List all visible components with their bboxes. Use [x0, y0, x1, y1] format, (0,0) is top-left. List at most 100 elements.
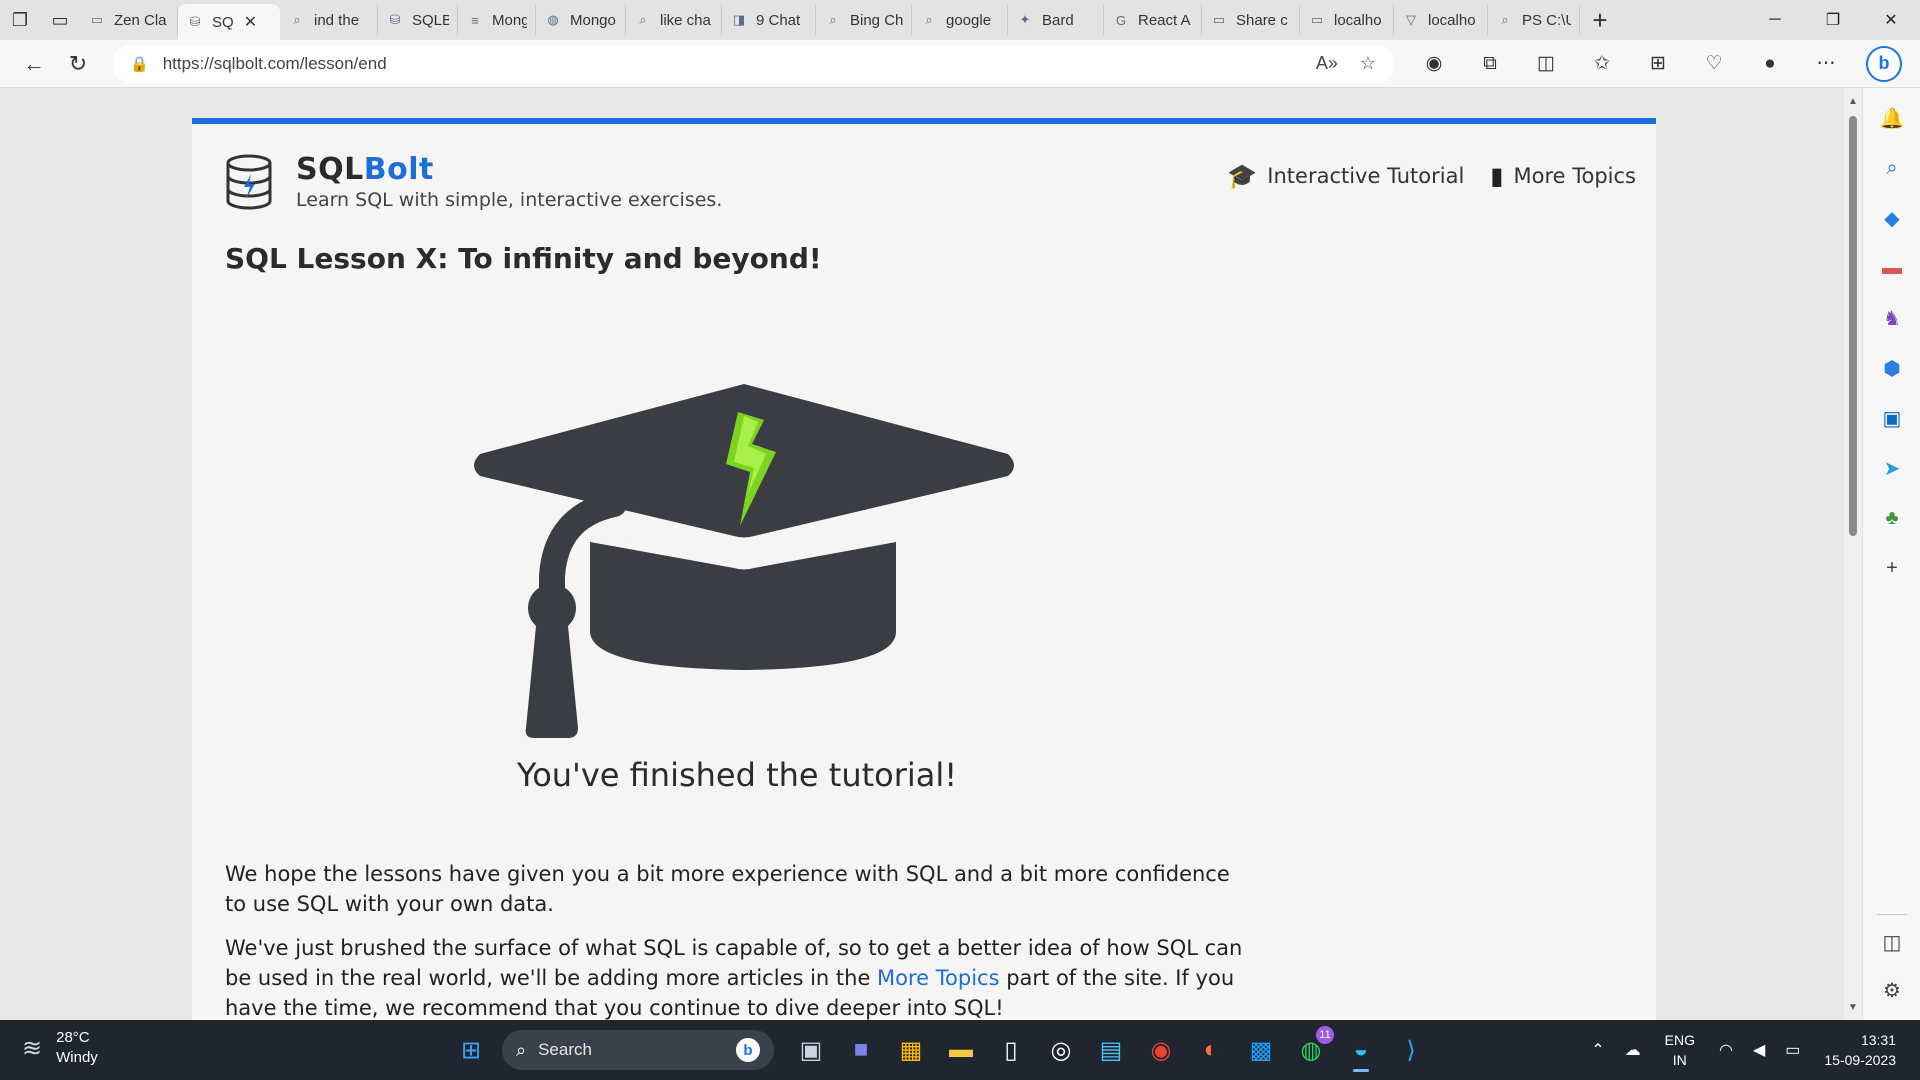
chevron-up-icon[interactable]: ⌃ [1591, 1040, 1604, 1060]
page-icon: ▭ [1310, 12, 1324, 27]
browser-tab[interactable]: ⌕ like cha [626, 5, 722, 35]
favorite-star-icon[interactable]: ☆ [1360, 53, 1376, 74]
weather-widget[interactable]: ≋ 28°C Windy [22, 1028, 98, 1068]
nav-more-topics[interactable]: ▮ More Topics [1490, 162, 1636, 190]
games-icon[interactable]: ♞ [1863, 302, 1920, 334]
battery-icon[interactable]: ▭ [1785, 1040, 1800, 1060]
page-scrollbar[interactable]: ▲ ▼ [1844, 88, 1862, 1020]
browser-tab[interactable]: ⌕ PS C:\U [1488, 5, 1580, 35]
sidebar-toggle-icon[interactable]: ◫ [1863, 926, 1920, 958]
search-icon[interactable]: ⌕ [1863, 152, 1920, 184]
tree-icon[interactable]: ♣ [1863, 502, 1920, 534]
tools-icon[interactable]: ▬ [1863, 252, 1920, 284]
nav-interactive-tutorial[interactable]: 🎓 Interactive Tutorial [1227, 162, 1464, 190]
browser-essentials-icon[interactable]: ♡ [1686, 44, 1742, 84]
start-windows-icon[interactable]: ⊞ [446, 1028, 496, 1072]
clock[interactable]: 13:31 15-09-2023 [1824, 1030, 1896, 1070]
tab-close-icon[interactable]: ✕ [244, 12, 257, 32]
browser-tab[interactable]: ⛁ SQLBol [378, 5, 458, 35]
wifi-icon[interactable]: ◠ [1719, 1040, 1733, 1060]
task-view-icon[interactable]: ▣ [786, 1028, 836, 1072]
profile-icon[interactable]: ● [1742, 44, 1798, 84]
page-icon: ▭ [90, 12, 104, 27]
database-icon: ⛁ [389, 12, 401, 27]
add-icon[interactable]: + [1863, 552, 1920, 584]
record-icon[interactable]: ◉ [1406, 44, 1462, 84]
edge-icon[interactable]: ◒ [1336, 1028, 1386, 1072]
more-icon[interactable]: ⋯ [1798, 44, 1854, 84]
tab-label: Bing Ch [850, 11, 903, 29]
notepad-icon[interactable]: ▯ [986, 1028, 1036, 1072]
outlook-icon[interactable]: ▣ [1863, 402, 1920, 434]
browser-tab[interactable]: ⌕ google [912, 5, 1008, 35]
browser-tab[interactable]: ◨ 9 Chat [722, 5, 816, 35]
browser-tab[interactable]: ⛁ SQ ✕ [178, 4, 280, 40]
browser-tab[interactable]: ▭ Zen Cla [80, 5, 178, 35]
database-icon: ⛁ [189, 14, 201, 29]
back-icon[interactable]: ← [12, 44, 56, 84]
language-indicator[interactable]: ENG IN [1665, 1030, 1695, 1070]
search-icon: ⌕ [925, 12, 933, 27]
browser-tab-bar: ❐ ▭ ▭ Zen Cla ⛁ SQ ✕ ⌕ ind the ⛁ SQLBol ≡ Mongo ◍ Mo… [0, 0, 1920, 40]
browser-tab[interactable]: ▭ localho [1300, 5, 1394, 35]
settings-gear-icon[interactable]: ⚙ [1863, 974, 1920, 1006]
whatsapp-icon[interactable]: ◍ 11 [1286, 1026, 1336, 1072]
workspaces-icon[interactable]: ❐ [0, 0, 40, 40]
split-screen-icon[interactable]: ◫ [1518, 44, 1574, 84]
url-field[interactable]: 🔒 https://sqlbolt.com/lesson/end A» ☆ [112, 44, 1394, 83]
volume-icon[interactable]: ◀ [1753, 1040, 1765, 1060]
microsoft-store-icon[interactable]: ▦ [886, 1028, 936, 1072]
site-tagline: Learn SQL with simple, interactive exerc… [296, 189, 723, 211]
tab-label: localho [1334, 11, 1382, 29]
browser-tab[interactable]: ▭ Share c [1202, 5, 1300, 35]
close-icon[interactable]: ✕ [1862, 0, 1920, 40]
top-navigation: 🎓 Interactive Tutorial ▮ More Topics [1201, 162, 1636, 190]
send-icon[interactable]: ➤ [1863, 452, 1920, 484]
scroll-thumb[interactable] [1849, 116, 1857, 536]
notification-bell-icon[interactable]: 🔔 [1863, 102, 1920, 134]
tab-strip: ▭ Zen Cla ⛁ SQ ✕ ⌕ ind the ⛁ SQLBol ≡ Mongo ◍ Mongo ⌕… [80, 0, 1580, 40]
favorites-icon[interactable]: ✩ [1574, 44, 1630, 84]
divider [1877, 914, 1907, 915]
window-controls: ─ ❐ ✕ [1746, 0, 1920, 40]
extensions-icon[interactable]: ⧉ [1462, 44, 1518, 84]
prime-video-icon[interactable]: ▩ [1236, 1028, 1286, 1072]
browser-tab[interactable]: ◍ Mongo [536, 5, 626, 35]
teams-chat-icon[interactable]: ■ [836, 1028, 886, 1072]
site-brand[interactable]: SQLBolt Learn SQL with simple, interacti… [224, 152, 722, 211]
temperature: 28°C [56, 1029, 90, 1046]
firefox-icon[interactable]: ◐ [1186, 1028, 1236, 1072]
lock-icon[interactable]: 🔒 [130, 55, 149, 73]
file-explorer-icon[interactable]: ▬ [936, 1028, 986, 1072]
browser-tab[interactable]: ⌕ ind the [280, 5, 378, 35]
system-tray: ⌃ ☁ ENG IN ◠ ◀ ▭ 13:31 15-09-2023 [1581, 1020, 1920, 1080]
more-topics-link[interactable]: More Topics [877, 966, 1000, 990]
doc-icon: ≡ [471, 12, 479, 28]
search-icon: ⌕ [1501, 12, 1509, 27]
site-title[interactable]: SQLBolt [296, 152, 722, 187]
taskbar-search[interactable]: ⌕ Search b [502, 1030, 774, 1070]
onedrive-icon[interactable]: ☁ [1625, 1040, 1641, 1060]
restore-icon[interactable]: ❐ [1804, 0, 1862, 40]
minimize-icon[interactable]: ─ [1746, 0, 1804, 40]
shopping-tag-icon[interactable]: ◆ [1863, 202, 1920, 234]
notes-icon[interactable]: ▤ [1086, 1028, 1136, 1072]
dell-icon[interactable]: ◎ [1036, 1028, 1086, 1072]
browser-tab[interactable]: ≡ Mongo [458, 5, 536, 35]
scroll-down-icon[interactable]: ▼ [1844, 998, 1862, 1016]
scroll-up-icon[interactable]: ▲ [1844, 92, 1862, 110]
vscode-icon[interactable]: ⟩ [1386, 1028, 1436, 1072]
tab-actions-icon[interactable]: ▭ [40, 0, 80, 40]
new-tab-button[interactable]: + [1580, 0, 1620, 40]
collections-icon[interactable]: ⊞ [1630, 44, 1686, 84]
browser-tab[interactable]: ▽ localho [1394, 5, 1488, 35]
browser-tab[interactable]: ⌕ Bing Ch [816, 5, 912, 35]
url-text[interactable]: https://sqlbolt.com/lesson/end [163, 54, 1294, 74]
refresh-icon[interactable]: ↻ [56, 44, 100, 84]
browser-tab[interactable]: ✦ Bard [1008, 5, 1104, 35]
microsoft-365-icon[interactable]: ⬢ [1863, 352, 1920, 384]
browser-tab[interactable]: G React A [1104, 5, 1202, 35]
read-aloud-icon[interactable]: A» [1316, 53, 1338, 74]
chrome-icon[interactable]: ◉ [1136, 1028, 1186, 1072]
bing-copilot-icon[interactable]: b [1866, 45, 1902, 82]
